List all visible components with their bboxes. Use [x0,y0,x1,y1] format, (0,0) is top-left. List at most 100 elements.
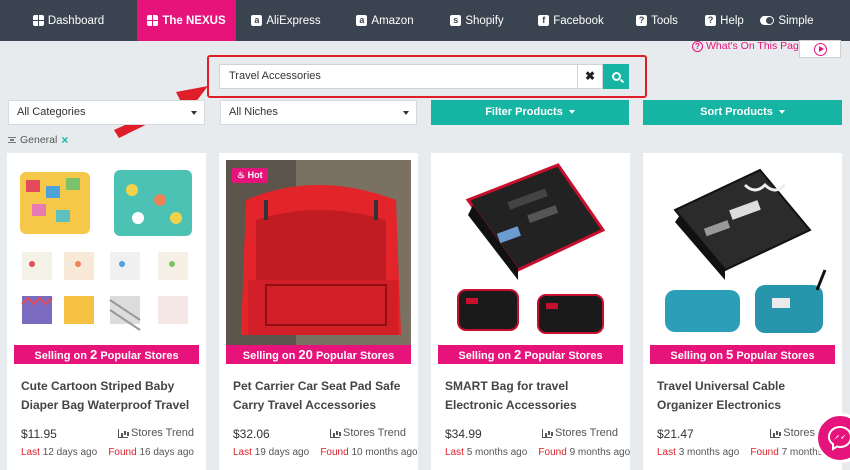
last-value: 19 days ago [254,447,310,458]
store-count: 20 [298,347,313,362]
found-value: 9 months ago [569,447,631,458]
whats-on-this-page-label: What's On This Page [706,40,805,52]
stores-trend-link[interactable]: Stores Trend [118,427,194,439]
bar-chart-icon [542,428,553,438]
bar-chart-icon [770,428,781,438]
product-card[interactable]: Selling on 2 Popular Stores Cute Cartoon… [7,153,206,470]
found-label: Found [750,447,779,458]
product-image[interactable] [650,160,835,345]
bar-chart-icon [330,428,341,438]
product-card[interactable]: ♨ Hot Selling on 20 Popular Stores Pet C… [219,153,418,470]
whats-on-this-page-link[interactable]: ? What's On This Page [692,40,805,52]
selling-stores-band: Selling on 5 Popular Stores [650,345,835,364]
messenger-icon [827,425,850,451]
found-label: Found [320,447,349,458]
product-card[interactable]: Selling on 5 Popular Stores Travel Unive… [643,153,842,470]
nav-tools[interactable]: Tools [622,0,692,41]
remove-filter-icon[interactable]: × [61,133,68,147]
product-title[interactable]: Pet Carrier Car Seat Pad Safe Carry Trav… [233,377,408,415]
question-icon: ? [692,40,703,52]
band-suffix: Popular Stores [521,350,603,362]
nav-dashboard[interactable]: Dashboard [0,0,137,41]
amazon-icon [356,15,368,26]
play-icon [813,42,827,56]
filter-products-button[interactable]: Filter Products [431,100,629,125]
last-label: Last [445,447,464,458]
band-prefix: Selling on [458,350,515,362]
nav-label: Simple [778,14,814,27]
shopify-icon [450,15,462,26]
nav-aliexpress[interactable]: AliExpress [236,0,336,41]
active-filter-label: General [20,134,58,146]
nav-label: Help [720,14,744,27]
selling-stores-band: Selling on 2 Popular Stores [14,345,199,364]
toggle-icon [760,16,775,25]
filter-icon [8,137,16,143]
product-price: $32.06 [233,427,270,441]
stores-trend-link[interactable]: Stores Trend [542,427,618,439]
band-prefix: Selling on [670,350,727,362]
caret-down-icon [568,110,575,115]
nav-amazon[interactable]: Amazon [336,0,434,41]
product-image[interactable] [438,160,623,345]
band-suffix: Popular Stores [312,350,395,362]
top-nav: Dashboard The NEXUS AliExpress Amazon Sh… [0,0,850,41]
caret-down-icon [778,110,785,115]
nav-simple-toggle[interactable]: Simple [757,0,817,41]
video-button[interactable] [799,40,841,58]
band-suffix: Popular Stores [97,350,179,362]
product-dates: Last 12 days ago Found 16 days ago [21,447,194,458]
band-suffix: Popular Stores [733,350,815,362]
search-input[interactable]: Travel Accessories [219,64,577,89]
product-dates: Last 5 months ago Found 9 months ago [445,447,630,458]
nav-help[interactable]: Help [692,0,757,41]
sort-products-label: Sort Products [700,106,773,118]
aliexpress-icon [251,15,263,26]
product-title[interactable]: Cute Cartoon Striped Baby Diaper Bag Wat… [21,377,196,415]
search-icon [611,72,621,81]
help-icon [705,15,717,26]
product-title[interactable]: SMART Bag for travel Electronic Accessor… [445,377,620,415]
found-value: 10 months ago [351,447,418,458]
stores-trend-label: Stores Trend [131,427,194,439]
categories-select[interactable]: All Categories [8,100,205,125]
product-dates: Last 3 months ago Found 7 months ago [657,447,842,458]
nav-label: Shopify [465,14,504,27]
last-label: Last [21,447,40,458]
dashboard-icon [32,15,44,26]
nav-the-nexus[interactable]: The NEXUS [137,0,236,41]
nexus-icon [147,15,159,26]
sort-products-button[interactable]: Sort Products [643,100,842,125]
niches-select[interactable]: All Niches [220,100,417,125]
close-icon: ✖ [584,69,596,83]
nav-facebook[interactable]: Facebook [520,0,622,41]
stores-trend-label: Stores Trend [343,427,406,439]
nav-label: AliExpress [266,14,321,27]
product-dates: Last 19 days ago Found 10 months ago [233,447,418,458]
found-value: 16 days ago [139,447,194,458]
nav-label: Dashboard [47,14,105,27]
selling-stores-band: Selling on 20 Popular Stores [226,345,411,364]
hot-badge: ♨ Hot [232,168,268,183]
chevron-down-icon [191,111,197,115]
product-price: $11.95 [21,427,57,441]
nav-label: The NEXUS [162,14,226,27]
search-button[interactable] [603,64,629,89]
stores-trend-link[interactable]: Stores Trend [330,427,406,439]
product-card[interactable]: Selling on 2 Popular Stores SMART Bag fo… [431,153,630,470]
facebook-icon [538,15,550,26]
band-prefix: Selling on [34,350,91,362]
active-filter-tag: General × [8,133,68,147]
clear-search-button[interactable]: ✖ [577,64,603,89]
product-price: $34.99 [445,427,482,441]
last-label: Last [657,447,676,458]
product-image[interactable]: ♨ Hot [226,160,411,345]
categories-select-value: All Categories [17,106,86,118]
last-value: 5 months ago [466,447,528,458]
product-image[interactable] [14,160,199,345]
nav-shopify[interactable]: Shopify [434,0,520,41]
product-title[interactable]: Travel Universal Cable Organizer Electro… [657,377,832,415]
last-value: 12 days ago [42,447,98,458]
found-label: Found [108,447,137,458]
product-price: $21.47 [657,427,694,441]
